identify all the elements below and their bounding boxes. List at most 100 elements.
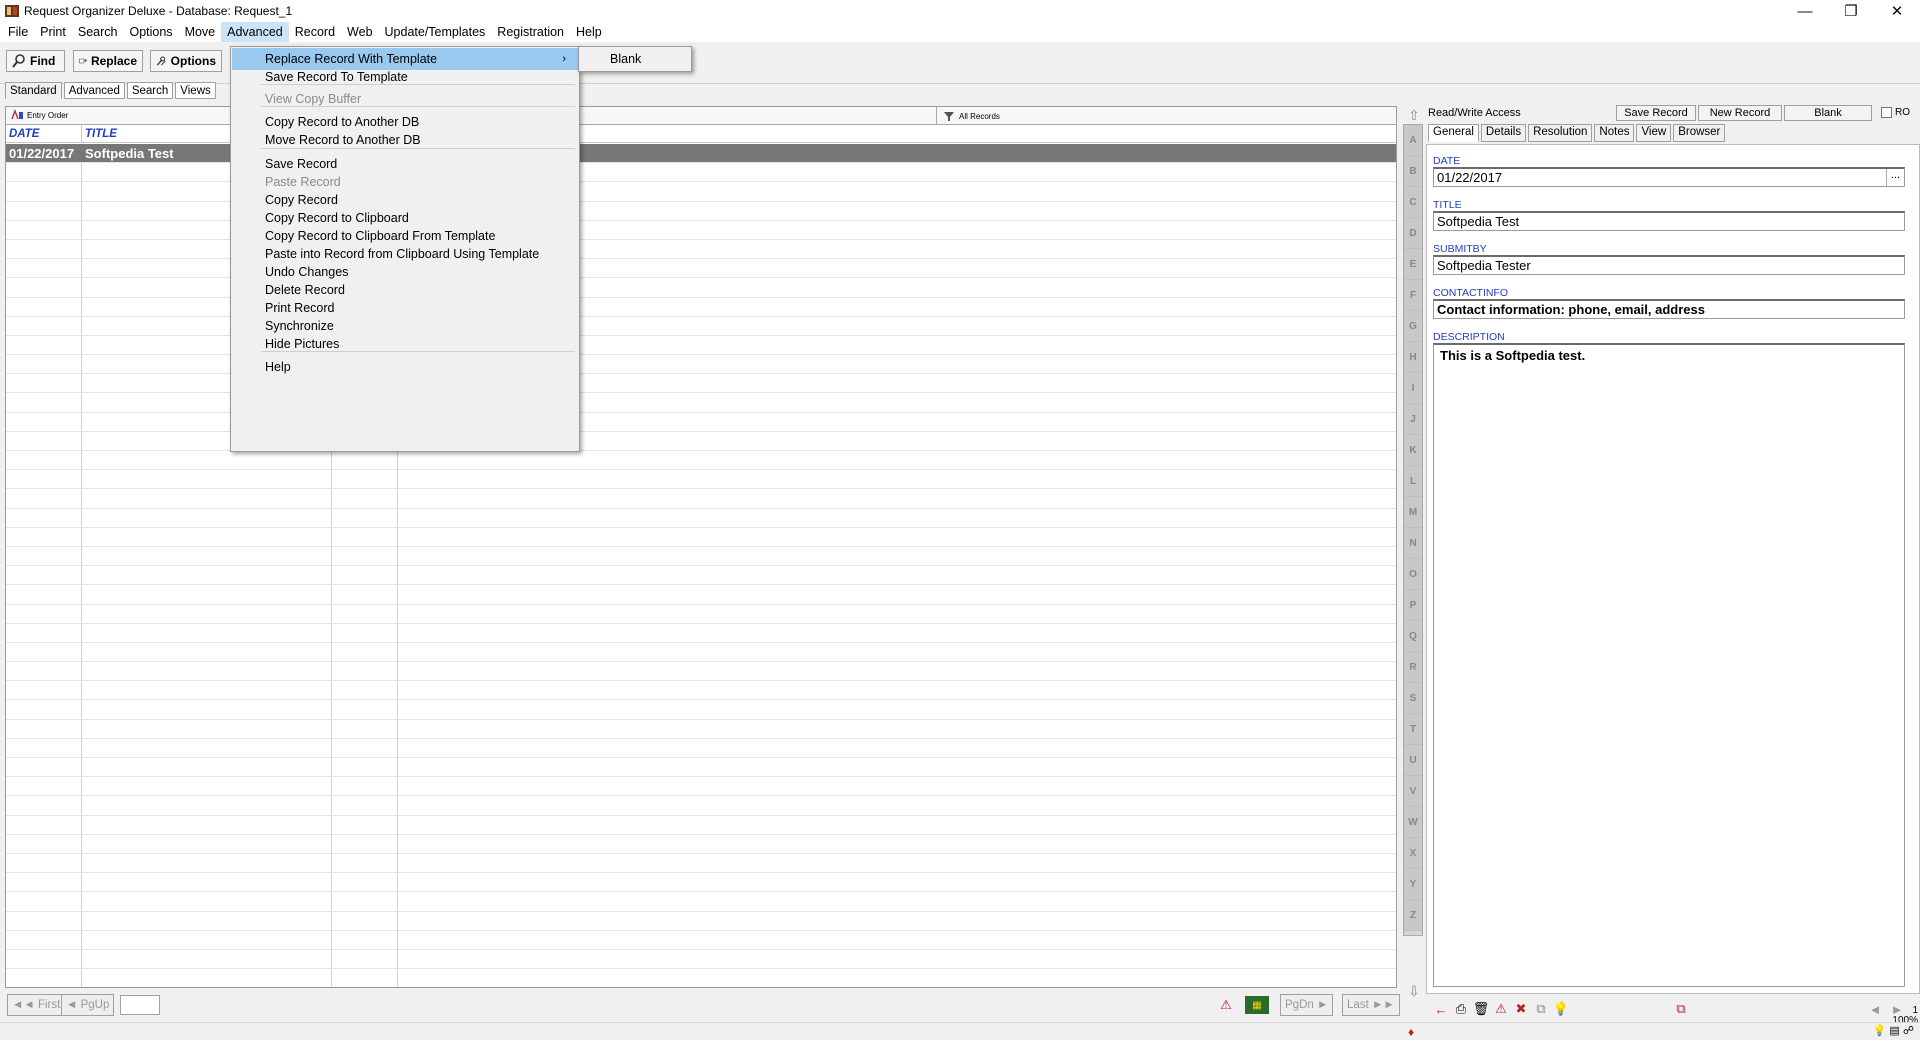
back-arrow-icon[interactable]: ← [1432, 1000, 1450, 1018]
alpha-index-l[interactable]: L [1404, 466, 1422, 497]
magnifier-icon [12, 54, 25, 68]
alpha-index-m[interactable]: M [1404, 497, 1422, 528]
alpha-index-k[interactable]: K [1404, 435, 1422, 466]
contactinfo-field[interactable]: Contact information: phone, email, addre… [1433, 299, 1905, 319]
empty-row [6, 796, 1396, 816]
date-field[interactable]: 01/22/2017 ... [1433, 167, 1905, 187]
page-input[interactable] [120, 995, 160, 1015]
tab-resolution[interactable]: Resolution [1528, 124, 1593, 142]
description-field[interactable]: This is a Softpedia test. [1433, 343, 1905, 987]
tab-standard[interactable]: Standard [5, 82, 62, 99]
tab-details[interactable]: Details [1480, 124, 1527, 142]
alpha-index-z[interactable]: Z [1404, 900, 1422, 931]
sort-icon [11, 109, 23, 120]
menu-web[interactable]: Web [341, 22, 378, 42]
lightbulb-icon[interactable]: 💡 [1552, 1000, 1570, 1018]
tab-notes[interactable]: Notes [1594, 124, 1635, 142]
alpha-index-p[interactable]: P [1404, 590, 1422, 621]
pgdn-button[interactable]: PgDn ► [1280, 994, 1334, 1016]
menu-move[interactable]: Move [179, 22, 222, 42]
alpha-index-o[interactable]: O [1404, 559, 1422, 590]
alpha-index-e[interactable]: E [1404, 249, 1422, 280]
filter-selector[interactable]: All Records [936, 107, 1000, 125]
tab-search[interactable]: Search [126, 82, 174, 99]
alpha-index-d[interactable]: D [1404, 218, 1422, 249]
first-button[interactable]: ◄◄ First [7, 994, 66, 1016]
alpha-index-g[interactable]: G [1404, 311, 1422, 342]
alert-icon[interactable]: ⚠ [1492, 1000, 1510, 1018]
print-icon[interactable]: ⎙ [1452, 1000, 1470, 1018]
new-record-button[interactable]: New Record [1698, 105, 1782, 121]
alpha-index-v[interactable]: V [1404, 776, 1422, 807]
menu-print[interactable]: Print [34, 22, 72, 42]
empty-row [6, 815, 1396, 835]
alpha-index-n[interactable]: N [1404, 528, 1422, 559]
date-picker-button[interactable]: ... [1886, 169, 1904, 186]
alpha-index-a[interactable]: A [1404, 125, 1422, 156]
menu-search[interactable]: Search [72, 22, 124, 42]
save-record-button[interactable]: Save Record [1616, 105, 1696, 121]
submitby-field[interactable]: Softpedia Tester [1433, 255, 1905, 275]
alpha-index-h[interactable]: H [1404, 342, 1422, 373]
alpha-index-r[interactable]: R [1404, 652, 1422, 683]
close-button[interactable]: ✕ [1874, 0, 1920, 22]
menu-advanced[interactable]: Advanced [221, 22, 289, 42]
tab-advanced[interactable]: Advanced [63, 82, 125, 99]
menu-item-hide-pictures[interactable]: Hide Pictures [232, 333, 578, 355]
alpha-index-y[interactable]: Y [1404, 869, 1422, 900]
column-header-title[interactable]: TITLE [82, 125, 117, 142]
pgup-button[interactable]: ◄ PgUp [61, 994, 115, 1016]
empty-row [6, 489, 1396, 509]
menu-options[interactable]: Options [123, 22, 178, 42]
delete-record-icon[interactable]: ✖ [1512, 1000, 1530, 1018]
prev-record-icon[interactable]: ◄ [1866, 1000, 1884, 1018]
alpha-index-j[interactable]: J [1404, 404, 1422, 435]
submenu-item-blank[interactable]: Blank [580, 48, 692, 70]
restore-button[interactable]: ❐ [1828, 0, 1874, 22]
menu-update-templates[interactable]: Update/Templates [379, 22, 492, 42]
scroll-up-arrow-icon[interactable]: ⇧ [1405, 106, 1423, 124]
alpha-index-t[interactable]: T [1404, 714, 1422, 745]
alpha-index-b[interactable]: B [1404, 156, 1422, 187]
empty-row [6, 182, 1396, 202]
alpha-index-w[interactable]: W [1404, 807, 1422, 838]
blank-button[interactable]: Blank [1784, 105, 1872, 121]
menu-registration[interactable]: Registration [491, 22, 570, 42]
tab-general[interactable]: General [1428, 124, 1479, 142]
menu-item-move-record-to-another-db[interactable]: Move Record to Another DB [232, 129, 578, 151]
find-button[interactable]: Find [6, 50, 65, 72]
alpha-index-u[interactable]: U [1404, 745, 1422, 776]
tab-view[interactable]: View [1636, 124, 1672, 142]
empty-row [6, 508, 1396, 528]
menu-item-view-copy-buffer[interactable]: View Copy Buffer [232, 88, 578, 110]
title-field[interactable]: Softpedia Test [1433, 211, 1905, 231]
replace-button[interactable]: Replace [73, 50, 143, 72]
trash-icon[interactable]: 🗑 [1472, 1000, 1490, 1018]
last-button[interactable]: Last ►► [1342, 994, 1400, 1016]
tab-views[interactable]: Views [175, 82, 216, 99]
menu-record[interactable]: Record [289, 22, 341, 42]
menu-item-save-record-to-template[interactable]: Save Record To Template [232, 66, 578, 88]
alert-icon[interactable]: ⚠ [1217, 996, 1235, 1014]
tab-browser[interactable]: Browser [1673, 124, 1726, 142]
menu-file[interactable]: File [2, 22, 34, 42]
options-button[interactable]: Options [150, 50, 222, 72]
empty-row [6, 642, 1396, 663]
paste-record-icon[interactable]: ⧉ [1672, 1000, 1690, 1018]
sort-selector[interactable]: Entry Order [10, 109, 68, 121]
copy-record-icon[interactable]: ⧉ [1532, 1000, 1550, 1018]
menu-item-help[interactable]: Help [232, 356, 578, 378]
alpha-index-c[interactable]: C [1404, 187, 1422, 218]
calendar-grid-icon[interactable]: ▦ [1245, 996, 1269, 1014]
table-row[interactable]: 01/22/2017 Softpedia Test [6, 144, 1396, 164]
menu-help[interactable]: Help [570, 22, 608, 42]
scroll-down-arrow-icon[interactable]: ⇩ [1405, 982, 1423, 1000]
column-header-date[interactable]: DATE [6, 125, 82, 142]
alpha-index-i[interactable]: I [1404, 373, 1422, 404]
ro-checkbox[interactable]: RO [1881, 107, 1910, 118]
minimize-button[interactable]: — [1782, 0, 1828, 22]
alpha-index-q[interactable]: Q [1404, 621, 1422, 652]
alpha-index-s[interactable]: S [1404, 683, 1422, 714]
alpha-index-f[interactable]: F [1404, 280, 1422, 311]
alpha-index-x[interactable]: X [1404, 838, 1422, 869]
